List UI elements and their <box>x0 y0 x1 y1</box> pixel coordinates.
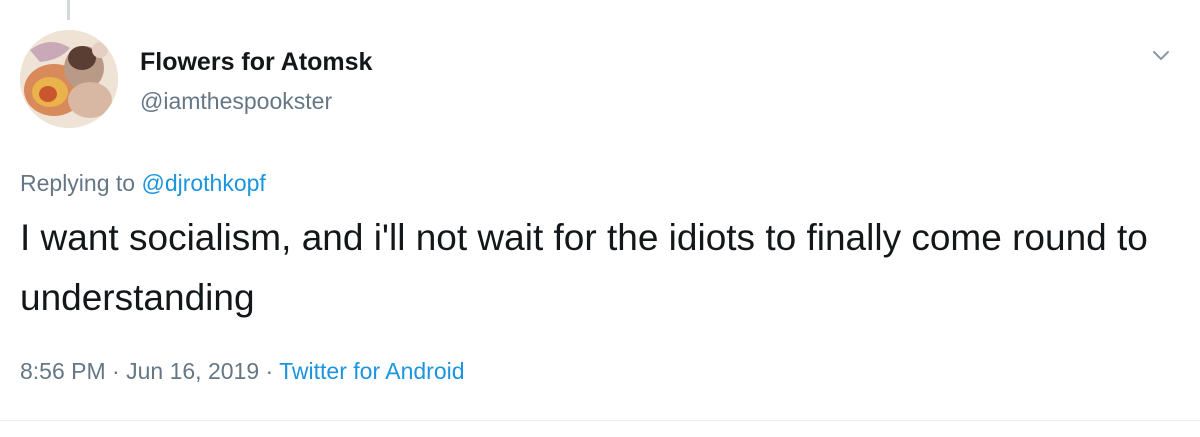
meta-separator-2: · <box>259 358 280 384</box>
chevron-down-icon[interactable] <box>1148 42 1174 68</box>
author-handle[interactable]: @iamthespookster <box>140 88 332 115</box>
avatar-image <box>20 30 118 128</box>
tweet-time[interactable]: 8:56 PM <box>20 358 106 384</box>
bottom-divider <box>0 420 1200 421</box>
avatar[interactable] <box>20 30 118 128</box>
meta-separator: · <box>105 358 127 384</box>
tweet-source-link[interactable]: Twitter for Android <box>279 358 464 384</box>
tweet-text: I want socialism, and i'll not wait for … <box>20 217 1148 318</box>
reply-mention-link[interactable]: @djrothkopf <box>141 170 265 196</box>
tweet-date[interactable]: Jun 16, 2019 <box>126 358 259 384</box>
tweet-metadata: 8:56 PM · Jun 16, 2019 · Twitter for And… <box>20 358 465 385</box>
tweet-card: Flowers for Atomsk @iamthespookster Repl… <box>0 0 1200 437</box>
replying-to-line: Replying to @djrothkopf <box>20 170 266 197</box>
author-display-name[interactable]: Flowers for Atomsk <box>140 48 372 77</box>
replying-to-label: Replying to <box>20 170 142 196</box>
thread-connector-line <box>67 0 70 20</box>
